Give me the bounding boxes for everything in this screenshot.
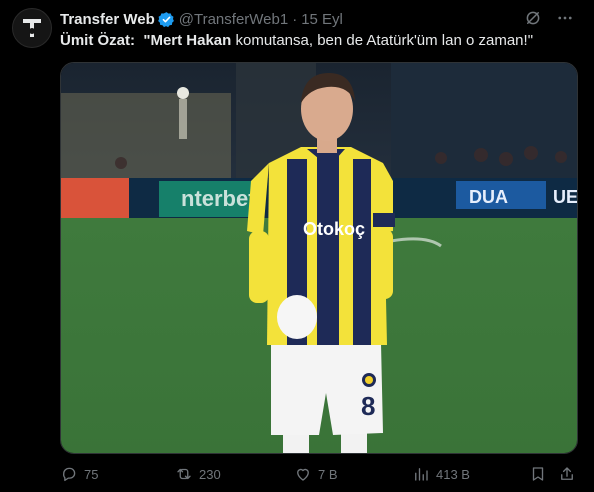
views-button[interactable]: 413 B: [412, 462, 470, 486]
grok-icon[interactable]: [524, 9, 542, 31]
like-button[interactable]: 7 B: [294, 462, 338, 486]
bookmark-icon: [532, 467, 544, 481]
quote-rest: komutansa, ben de Atatürk'üm lan o zaman…: [231, 32, 534, 49]
repost-icon: [177, 468, 191, 480]
tweet-date[interactable]: 15 Eyl: [301, 11, 343, 28]
views-icon: [415, 468, 428, 481]
quote-bold: "Mert Hakan: [143, 32, 232, 49]
tweet-actions: 75 230 7 B 413 B: [60, 462, 580, 486]
tweet-header: Transfer Web @TransferWeb1 · 15 Eyl: [60, 9, 574, 29]
verified-badge-icon[interactable]: [157, 11, 175, 28]
avatar[interactable]: [12, 8, 52, 48]
reply-button[interactable]: 75: [60, 462, 98, 486]
share-icon: [561, 467, 573, 480]
board-text-1: nterbet: [181, 186, 256, 211]
speaker: Ümit Özat:: [60, 32, 135, 49]
reply-icon: [63, 467, 76, 482]
jersey-sponsor: Otokoç: [303, 219, 365, 239]
jersey-number: 8: [361, 391, 375, 421]
author-handle[interactable]: @TransferWeb1: [179, 11, 288, 28]
repost-count: 230: [199, 466, 221, 482]
author-name[interactable]: Transfer Web: [60, 11, 155, 28]
heart-icon: [297, 468, 309, 481]
board-text-2: DUA: [469, 187, 508, 207]
share-button[interactable]: [558, 462, 576, 486]
tweet[interactable]: Transfer Web @TransferWeb1 · 15 Eyl Ümit…: [0, 0, 594, 492]
transfer-web-logo-icon: [23, 19, 41, 37]
separator-dot: ·: [292, 10, 298, 28]
like-count: 7 B: [318, 466, 338, 482]
bookmark-button[interactable]: [529, 462, 547, 486]
view-count: 413 B: [436, 466, 470, 482]
repost-button[interactable]: 230: [175, 462, 221, 486]
reply-count: 75: [84, 466, 99, 482]
board-text-3: UE: [553, 187, 578, 207]
tweet-photo[interactable]: nterbet DUA UE 8 Otokoç: [60, 62, 578, 454]
tweet-text: Ümit Özat: "Mert Hakan komutansa, ben de…: [60, 31, 578, 51]
football-player-photo: nterbet DUA UE 8 Otokoç: [61, 63, 578, 453]
more-icon[interactable]: [556, 9, 574, 31]
